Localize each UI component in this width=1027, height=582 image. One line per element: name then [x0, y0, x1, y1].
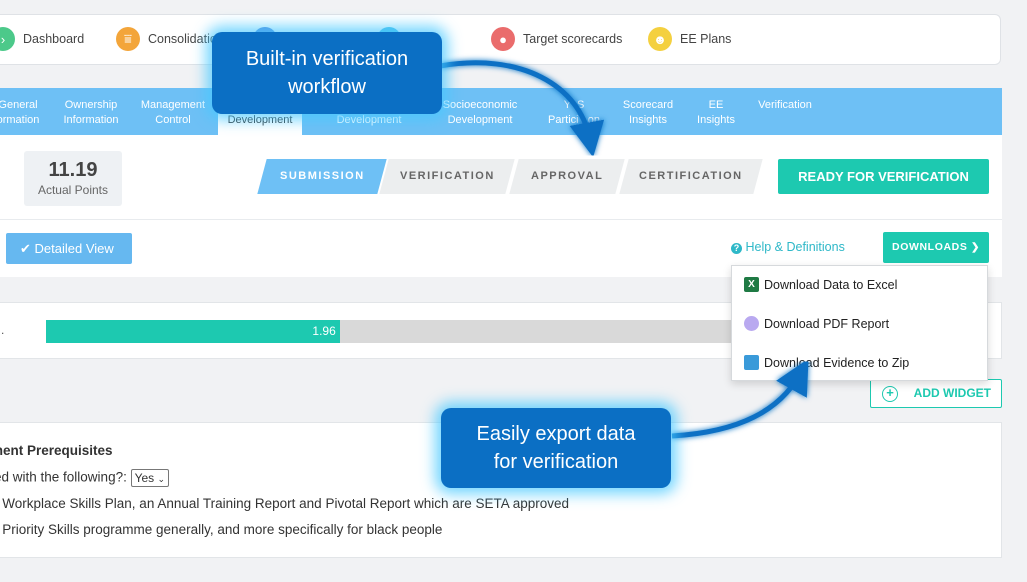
callout-verification-workflow: Built-in verification workflow	[212, 32, 442, 114]
callout-line: Easily export data	[476, 423, 636, 445]
callout-line: Built-in verification	[245, 48, 409, 70]
callout-line: for verification	[493, 451, 619, 473]
callout-line: workflow	[288, 76, 366, 98]
callout-export-data: Easily export data for verification	[441, 408, 671, 488]
callout-arrows	[439, 60, 809, 439]
verification-arrow	[439, 60, 605, 158]
export-arrow	[671, 358, 809, 439]
